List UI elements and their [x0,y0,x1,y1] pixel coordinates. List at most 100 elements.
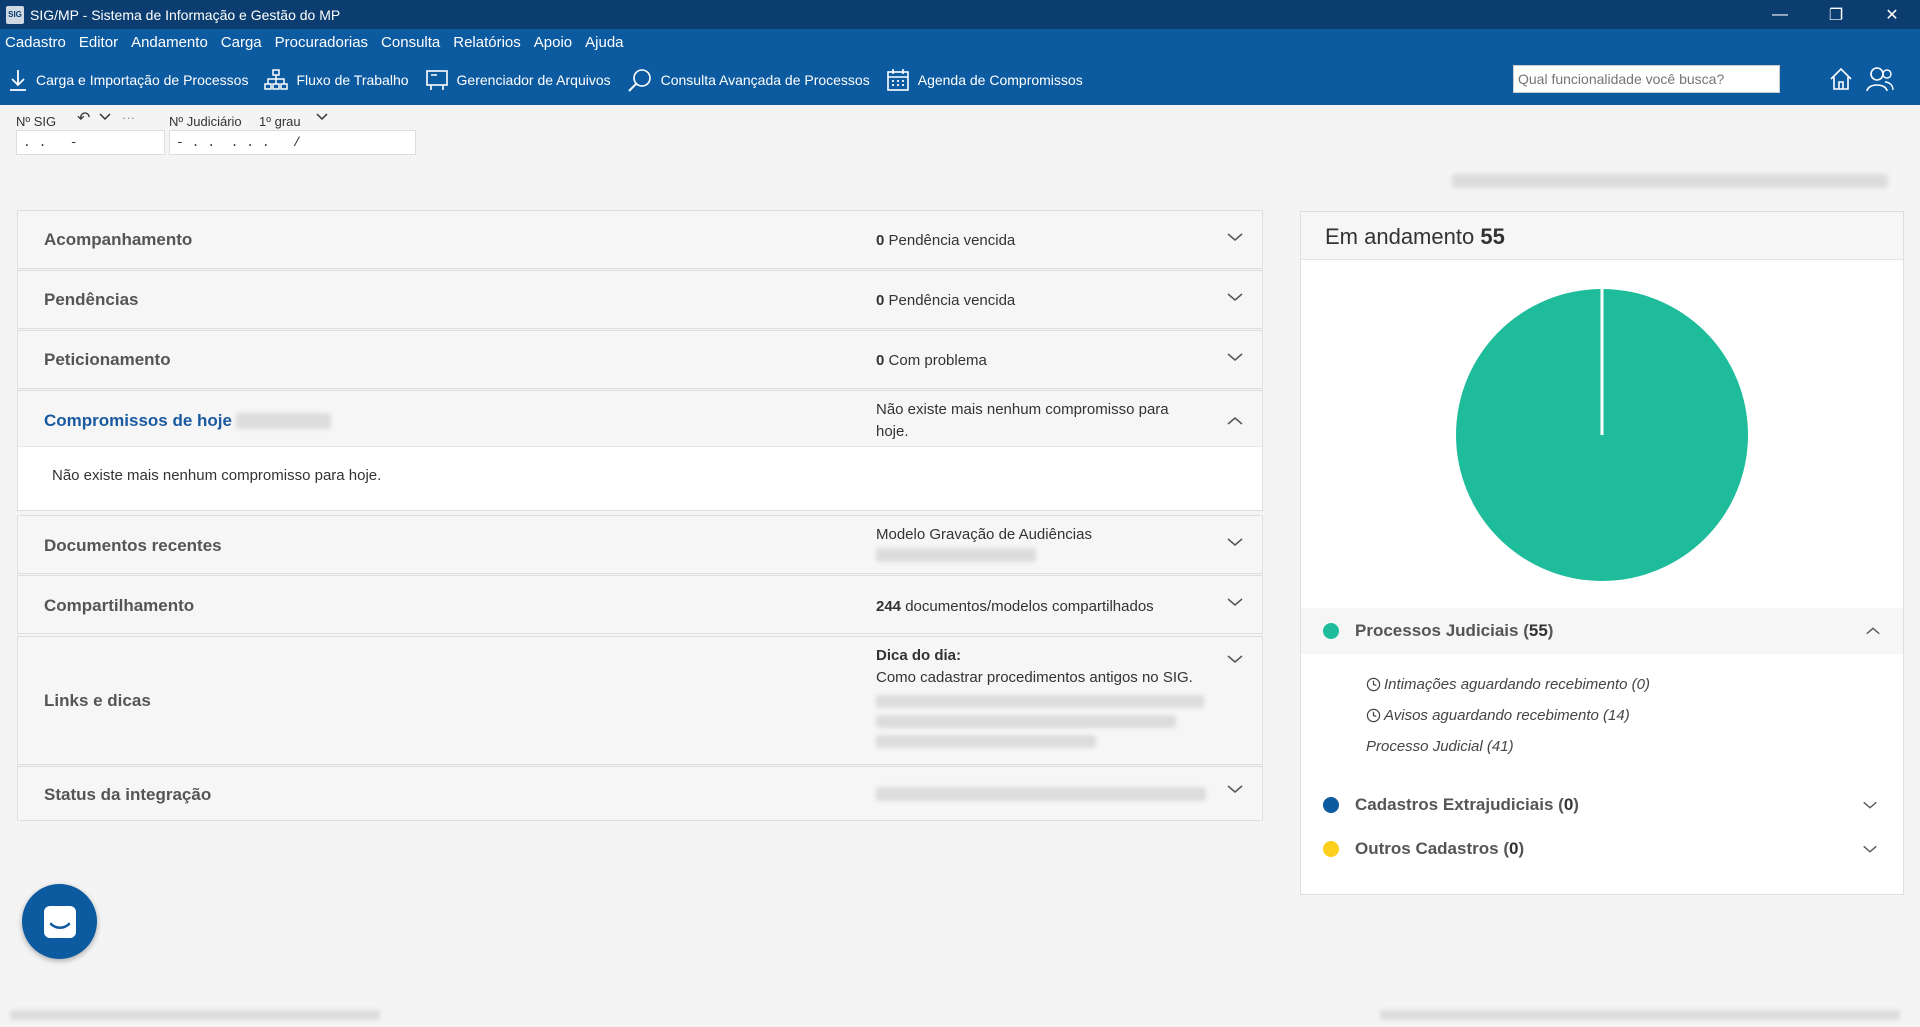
detail-avisos[interactable]: Avisos aguardando recebimento (14) [1366,707,1630,724]
chevron-down-icon[interactable] [1225,347,1245,367]
menu-carga[interactable]: Carga [221,34,262,51]
sig-number-label: Nº SIG [16,114,57,129]
chevron-up-icon[interactable] [1225,411,1245,431]
degree-selector[interactable]: 1º grau [259,114,301,129]
undo-icon[interactable]: ↶ [77,108,90,128]
redacted-text [876,787,1206,801]
detail-processo-judicial[interactable]: Processo Judicial (41) [1366,738,1514,755]
panel-status: Não existe mais nenhum compromisso para … [876,401,1169,440]
chevron-down-icon[interactable] [1225,779,1245,799]
fluxo-trabalho-button[interactable]: Fluxo de Trabalho [264,69,409,91]
card-total: 55 [1480,224,1505,249]
panel-title: Compromissos de hoje [44,411,232,430]
redacted-text [876,735,1096,748]
redacted-text [1452,174,1888,188]
panel-status: 0 Pendência vencida [876,290,1015,312]
chevron-down-icon[interactable] [1861,796,1879,814]
agenda-compromissos-button[interactable]: Agenda de Compromissos [886,68,1083,92]
status-text: Com problema [888,352,987,369]
home-icon[interactable] [1828,66,1854,92]
redacted-text [876,715,1176,728]
minimize-button[interactable]: — [1752,0,1808,29]
more-options-icon[interactable]: ··· [122,110,135,125]
judicial-number-input[interactable] [169,130,416,155]
legend-cadastros-extrajudiciais[interactable]: Cadastros Extrajudiciais (0) [1301,782,1903,828]
user-profile-icon[interactable] [1866,66,1894,92]
chevron-down-icon[interactable] [1225,287,1245,307]
panel-title: Status da integração [44,785,212,804]
gerenciador-arquivos-button[interactable]: Gerenciador de Arquivos [425,69,611,91]
detail-intimacoes[interactable]: Intimações aguardando recebimento (0) [1366,676,1650,693]
menu-andamento[interactable]: Andamento [131,34,208,51]
carga-importacao-button[interactable]: Carga e Importação de Processos [8,68,248,92]
chevron-down-icon[interactable] [99,113,111,121]
workflow-icon [264,69,289,90]
menu-relatorios[interactable]: Relatórios [453,34,521,51]
redacted-footer [10,1010,380,1020]
menu-ajuda[interactable]: Ajuda [585,34,623,51]
panel-title: Links e dicas [44,691,151,710]
window-title: SIG/MP - Sistema de Informação e Gestão … [30,6,341,23]
panel-documentos-recentes[interactable]: Documentos recentes Modelo Gravação de A… [17,515,1263,574]
legend-label: Cadastros Extrajudiciais (0) [1355,795,1579,814]
chat-support-button[interactable] [22,884,97,959]
panel-compromissos-hoje[interactable]: Compromissos de hoje Não existe mais nen… [17,390,1263,511]
menu-editor[interactable]: Editor [79,34,118,51]
carga-importacao-label: Carga e Importação de Processos [36,72,249,88]
close-button[interactable]: ✕ [1864,0,1920,29]
menu-consulta[interactable]: Consulta [381,34,440,51]
group-name: Processos Judiciais [1355,621,1519,640]
pie-chart [1456,287,1748,581]
tip-text[interactable]: Como cadastrar procedimentos antigos no … [876,667,1193,689]
sig-number-input[interactable] [16,130,165,155]
legend-outros-cadastros[interactable]: Outros Cadastros (0) [1301,826,1903,872]
functionality-search-input[interactable] [1513,65,1780,93]
em-andamento-card: Em andamento 55 Processos Judiciais (55)… [1300,211,1904,895]
app-icon: SIG [6,5,24,24]
panel-status: Modelo Gravação de Audiências [876,526,1092,543]
status-count: 0 [876,292,885,309]
clock-icon [1366,708,1381,723]
panel-title: Peticionamento [44,350,171,369]
status-count: 0 [876,232,885,249]
panel-status-integracao[interactable]: Status da integração [17,766,1263,821]
status-count: 244 [876,598,902,615]
chevron-down-icon[interactable] [1225,227,1245,247]
panel-status: 0 Com problema [876,350,987,372]
panel-compartilhamento[interactable]: Compartilhamento 244 documentos/modelos … [17,575,1263,634]
gerenciador-arquivos-label: Gerenciador de Arquivos [456,72,611,88]
legend-label: Outros Cadastros (0) [1355,839,1525,858]
group-count: 0 [1563,795,1574,814]
degree-chevron-icon[interactable] [316,113,328,121]
detail-text: Intimações aguardando recebimento (0) [1384,676,1650,693]
title-bar: SIG SIG/MP - Sistema de Informação e Ges… [0,0,1920,29]
chevron-down-icon[interactable] [1225,649,1245,669]
panel-links-dicas[interactable]: Links e dicas Dica do dia: Como cadastra… [17,636,1263,765]
menu-cadastro[interactable]: Cadastro [5,34,66,51]
detail-text: Processo Judicial (41) [1366,738,1514,755]
status-text: documentos/modelos compartilhados [905,598,1154,615]
panel-pendencias[interactable]: Pendências 0 Pendência vencida [17,270,1263,329]
status-text: Pendência vencida [888,292,1016,309]
advanced-search-icon [627,69,651,92]
status-text: Pendência vencida [888,232,1016,249]
panel-acompanhamento[interactable]: Acompanhamento 0 Pendência vencida [17,210,1263,269]
panel-peticionamento[interactable]: Peticionamento 0 Com problema [17,330,1263,389]
consulta-avancada-button[interactable]: Consulta Avançada de Processos [627,68,870,92]
group-name: Cadastros Extrajudiciais [1355,795,1554,814]
chevron-down-icon[interactable] [1861,840,1879,858]
legend-dot [1323,797,1339,813]
legend-processos-judiciais[interactable]: Processos Judiciais (55) [1301,608,1903,654]
card-header: Em andamento 55 [1301,212,1903,260]
chevron-up-icon[interactable] [1864,622,1882,640]
status-count: 0 [876,352,885,369]
panel-title: Documentos recentes [44,536,222,555]
group-count: 55 [1528,621,1548,640]
legend-label: Processos Judiciais (55) [1355,621,1554,640]
chevron-down-icon[interactable] [1225,532,1245,552]
menu-procuradorias[interactable]: Procuradorias [275,34,368,51]
panel-body-text: Não existe mais nenhum compromisso para … [52,467,382,484]
restore-button[interactable]: ❐ [1808,0,1864,29]
menu-apoio[interactable]: Apoio [534,34,572,51]
chevron-down-icon[interactable] [1225,592,1245,612]
